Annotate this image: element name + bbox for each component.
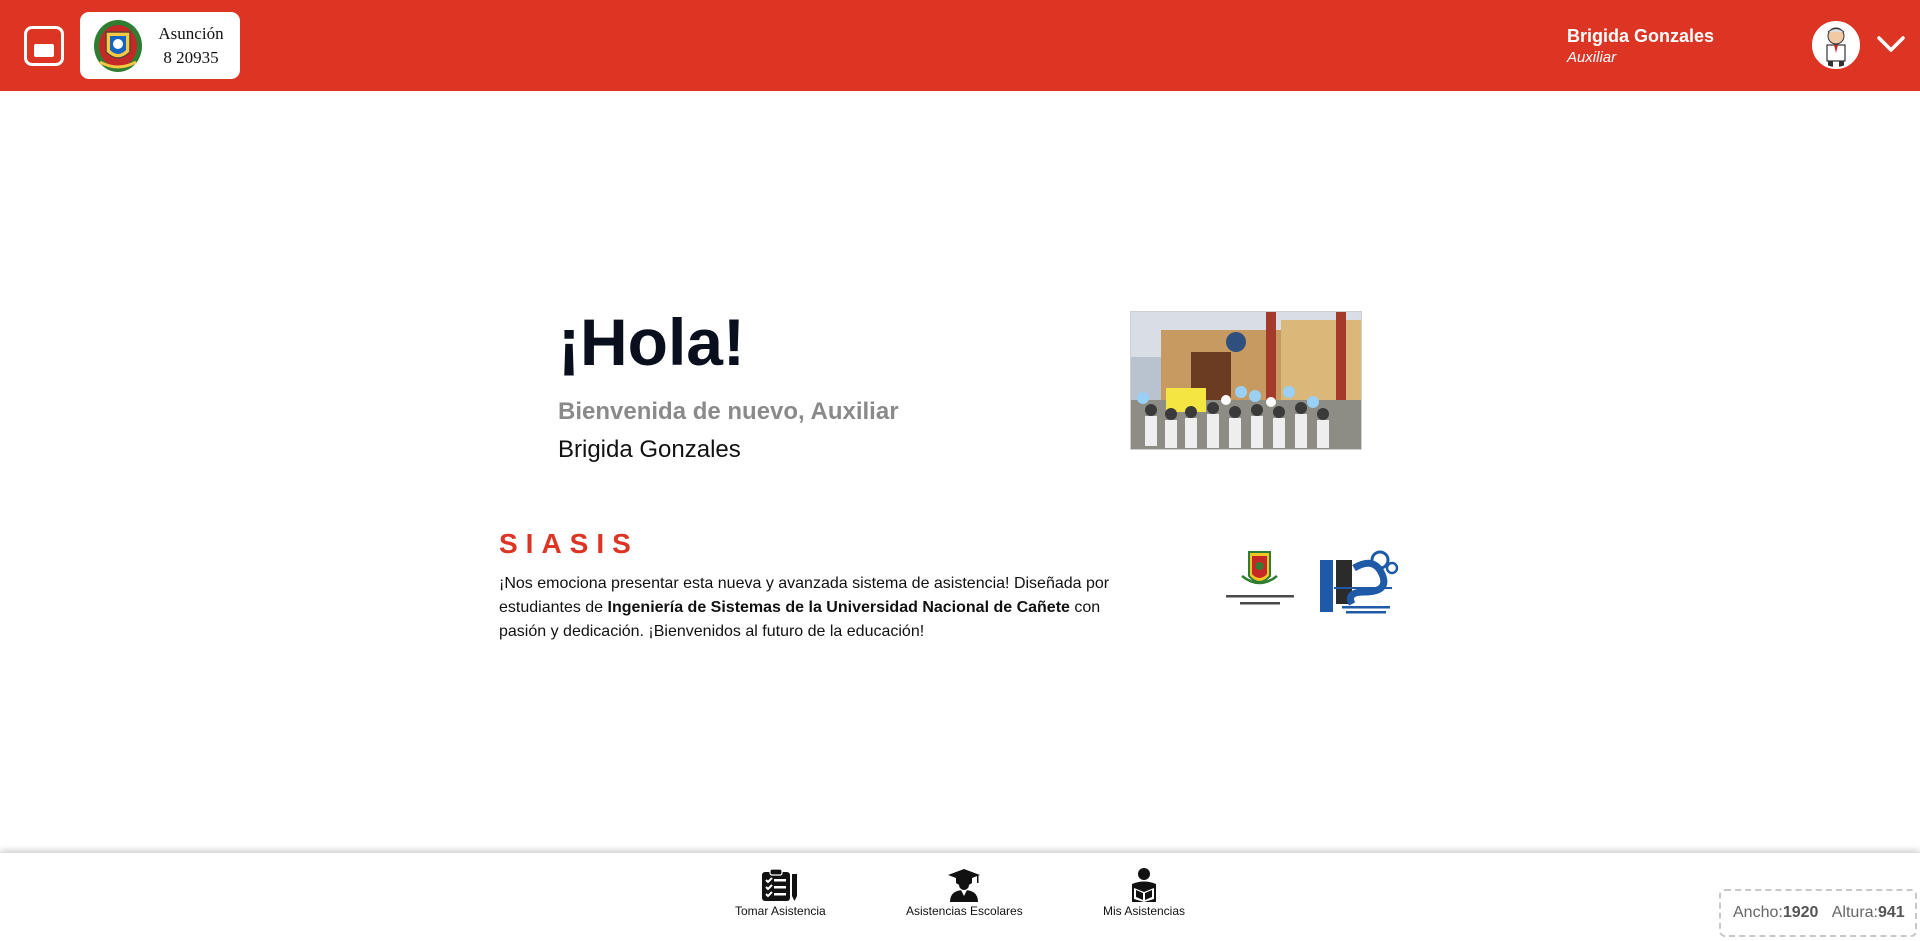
school-photo: [1130, 311, 1362, 450]
chevron-down-icon[interactable]: [1876, 33, 1906, 55]
width-label: Ancho:: [1733, 904, 1783, 921]
siasis-description: ¡Nos emociona presentar esta nueva y ava…: [499, 572, 1129, 644]
school-crest-logo: [94, 20, 142, 72]
user-role: Auxiliar: [1566, 49, 1617, 66]
description-highlight: Ingeniería de Sistemas de la Universidad…: [607, 599, 1070, 616]
school-badge: Asunción 8 20935: [80, 12, 240, 79]
nav-label-mis-asistencias: Mis Asistencias: [1103, 904, 1186, 918]
undc-logo: [1226, 551, 1294, 605]
greeting-title: ¡Hola!: [558, 305, 745, 379]
viewport-size-indicator: Ancho:1920 Altura:941: [1719, 889, 1917, 937]
width-value: 1920: [1782, 904, 1819, 921]
ingenieria-sistemas-logo: [1320, 550, 1399, 614]
nav-label-asistencias-escolares: Asistencias Escolares: [906, 904, 1023, 918]
sidebar-toggle-icon[interactable]: [24, 26, 64, 66]
graduate-icon: [948, 869, 981, 902]
nav-item-tomar-asistencia[interactable]: Tomar Asistencia: [735, 868, 826, 918]
welcome-subtitle: Bienvenida de nuevo, Auxiliar: [558, 398, 899, 425]
siasis-title: SIASIS: [499, 528, 639, 559]
school-name-label: Asunción: [158, 24, 224, 43]
avatar-image: [1814, 23, 1858, 67]
nav-item-asistencias-escolares[interactable]: Asistencias Escolares: [906, 868, 1023, 918]
height-label: Altura:: [1831, 904, 1878, 921]
school-name: Asunción 8 20935: [148, 22, 234, 70]
user-info: Brigida Gonzales Auxiliar: [1567, 24, 1714, 68]
nav-label-tomar-asistencia: Tomar Asistencia: [735, 904, 826, 918]
clipboard-checklist-icon: [762, 868, 798, 901]
university-logos: [1226, 550, 1399, 614]
bottom-nav: Tomar Asistencia Asistencias Escolares M…: [0, 853, 1920, 941]
welcome-user-name: Brigida Gonzales: [558, 436, 741, 463]
height-value: 941: [1878, 904, 1905, 921]
user-name: Brigida Gonzales: [1566, 26, 1714, 46]
top-header: Asunción 8 20935 Brigida Gonzales Auxili…: [0, 0, 1920, 91]
avatar[interactable]: [1812, 21, 1860, 69]
reading-person-icon: [1132, 868, 1157, 902]
nav-item-mis-asistencias[interactable]: Mis Asistencias: [1103, 868, 1185, 918]
school-number-label: 8 20935: [163, 48, 219, 67]
